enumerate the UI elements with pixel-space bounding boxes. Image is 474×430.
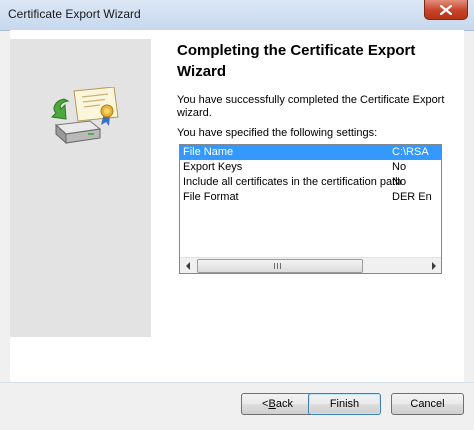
scroll-left-button[interactable] (180, 258, 195, 273)
arrow-left-icon (185, 261, 190, 270)
setting-value: No (392, 161, 407, 173)
close-button[interactable] (424, 0, 468, 20)
setting-value: C:\RSA (392, 146, 429, 158)
finish-button[interactable]: Finish (308, 393, 381, 415)
scrollbar-thumb[interactable] (197, 259, 363, 273)
list-item[interactable]: Export Keys No (180, 160, 441, 175)
wizard-content: Completing the Certificate Export Wizard… (10, 30, 464, 382)
list-item[interactable]: File Format DER En (180, 190, 441, 205)
completion-message: You have successfully completed the Cert… (177, 94, 445, 119)
settings-list[interactable]: File Name C:\RSA Export Keys No Include … (179, 144, 442, 274)
setting-value: No (392, 176, 407, 188)
setting-name: File Format (183, 191, 239, 203)
grip-icon (274, 263, 283, 269)
back-button[interactable]: < Back (241, 393, 314, 415)
list-item[interactable]: Include all certificates in the certific… (180, 175, 441, 190)
list-item[interactable]: File Name C:\RSA (180, 145, 441, 160)
settings-label: You have specified the following setting… (177, 127, 378, 139)
page-title: Completing the Certificate Export Wizard (177, 42, 416, 80)
wizard-window: Certificate Export Wizard Completing the… (0, 0, 474, 430)
window-title: Certificate Export Wizard (8, 7, 141, 21)
scroll-right-button[interactable] (426, 258, 441, 273)
certificate-export-icon (50, 87, 119, 145)
cancel-button[interactable]: Cancel (391, 393, 464, 415)
close-icon (440, 4, 452, 15)
setting-name: Include all certificates in the certific… (183, 176, 402, 188)
wizard-side-panel (10, 39, 151, 337)
arrow-right-icon (431, 261, 436, 270)
back-label: ack (275, 398, 293, 410)
horizontal-scrollbar[interactable] (180, 257, 441, 273)
back-mnemonic: B (268, 398, 276, 410)
title-bar[interactable]: Certificate Export Wizard (0, 0, 474, 31)
setting-name: Export Keys (183, 161, 243, 173)
setting-name: File Name (183, 146, 234, 158)
button-bar-separator (0, 382, 474, 383)
setting-value: DER En (392, 191, 432, 203)
